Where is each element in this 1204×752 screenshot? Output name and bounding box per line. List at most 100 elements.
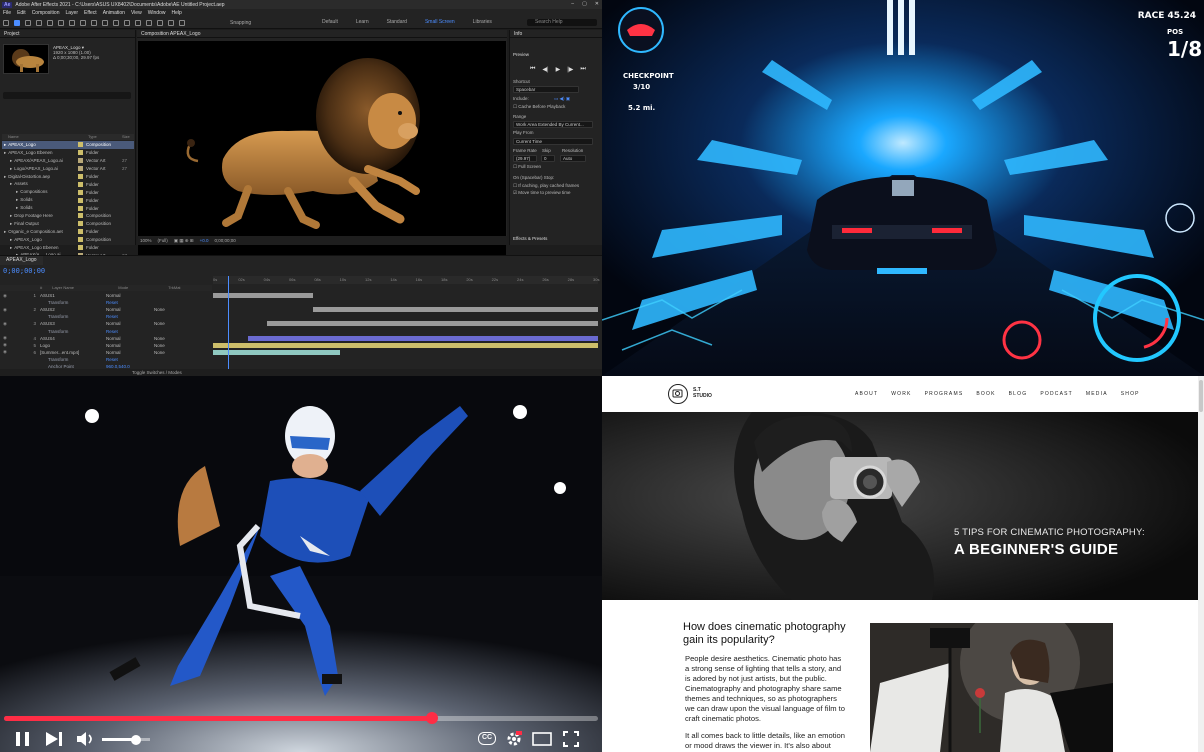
nav-link-book[interactable]: BOOK — [976, 391, 995, 397]
project-item[interactable]: ▸ Solids Folder — [2, 204, 134, 212]
miniplayer-icon[interactable] — [532, 732, 552, 746]
resolution-select[interactable]: (Full) — [158, 238, 168, 243]
col-type[interactable]: Type — [88, 134, 122, 140]
layer-mode[interactable]: Normal — [106, 307, 154, 312]
col-size[interactable]: Size — [122, 134, 130, 140]
rotate-tool-icon[interactable] — [80, 19, 86, 26]
layer-mode[interactable]: Normal — [106, 336, 154, 341]
menu-item-effect[interactable]: Effect — [84, 10, 97, 16]
project-item[interactable]: ▸ Final Output Composition — [2, 220, 134, 228]
project-item[interactable]: ▸ APEAX_Logo Composition — [2, 141, 134, 149]
resolution-select[interactable]: Auto — [560, 155, 586, 162]
nav-link-media[interactable]: MEDIA — [1086, 391, 1108, 397]
project-tab[interactable]: Project — [0, 30, 135, 38]
layer-row[interactable]: ◉ 3 ASUS3 Normal None — [0, 320, 212, 327]
workspace-small-screen[interactable]: Small Screen — [425, 19, 455, 25]
layer-mode[interactable]: Normal — [106, 321, 154, 326]
menu-item-view[interactable]: View — [131, 10, 142, 16]
workspace-standard[interactable]: Standard — [387, 19, 407, 25]
menu-item-window[interactable]: Window — [148, 10, 166, 16]
project-item[interactable]: ▸ Drop Footage Here Composition — [2, 212, 134, 220]
effects-presets-tab[interactable]: Effects & Presets — [513, 236, 547, 241]
brush-tool-icon[interactable] — [135, 19, 141, 26]
play-icon[interactable]: ▶ — [556, 66, 561, 73]
nav-link-podcast[interactable]: PODCAST — [1040, 391, 1073, 397]
cached-frames-checkbox[interactable]: ☐ If caching, play cached frames — [513, 183, 579, 189]
project-item[interactable]: ▸ Digital-Distortion.aep Folder — [2, 173, 134, 181]
time-ruler[interactable]: 0s 02s 04s 06s 08s 10s 12s 14s 16s 18s 20s 22s 24s 26… — [213, 276, 599, 284]
layer-duration-bar[interactable] — [213, 349, 341, 355]
layer-duration-bar[interactable] — [247, 335, 598, 341]
volume-knob[interactable] — [130, 734, 141, 745]
maximize-icon[interactable]: ▢ — [582, 1, 587, 7]
current-time-indicator[interactable] — [228, 276, 229, 371]
menu-item-help[interactable]: Help — [171, 10, 181, 16]
layer-row[interactable]: ◉ 6 [Summer...ent.mp4] Normal None — [0, 349, 212, 356]
mask-tool-icon[interactable] — [102, 19, 108, 26]
scrollbar-thumb[interactable] — [1199, 380, 1203, 412]
layer-trkmat[interactable]: None — [154, 321, 194, 326]
layer-row[interactable]: ◉ 5 Logo Normal None — [0, 342, 212, 349]
layer-row[interactable]: ◉ 4 ASUS4 Normal None — [0, 335, 212, 342]
nav-link-work[interactable]: WORK — [891, 391, 911, 397]
move-time-checkbox[interactable]: ☑ Move time to preview time — [513, 190, 571, 196]
project-item[interactable]: ▸ Solids Folder — [2, 196, 134, 204]
toggle-switches-modes[interactable]: Toggle Switches / Modes — [0, 369, 602, 376]
layer-duration-bar[interactable] — [266, 321, 598, 327]
layer-duration-bar[interactable] — [213, 342, 598, 348]
full-screen-checkbox[interactable]: ☐ Full Screen — [513, 164, 541, 170]
first-frame-icon[interactable]: ⏮ — [530, 66, 535, 73]
layer-property[interactable]: Transform Reset — [0, 299, 212, 306]
workspace-libraries[interactable]: Libraries — [473, 19, 492, 25]
nav-link-about[interactable]: ABOUT — [855, 391, 878, 397]
previous-frame-icon[interactable]: ◀| — [542, 66, 548, 73]
last-frame-icon[interactable]: ⏭ — [580, 66, 585, 73]
video-progress-bar[interactable] — [4, 712, 598, 724]
timeline-tab[interactable]: APEAX_Logo — [0, 256, 43, 265]
video-player[interactable]: CC — [0, 376, 602, 752]
puppet-tool-icon[interactable] — [179, 19, 185, 26]
col-name[interactable]: Name — [2, 134, 88, 140]
roto-tool-icon[interactable] — [168, 19, 174, 26]
layer-mode[interactable]: Normal — [106, 293, 154, 298]
layer-property[interactable]: Transform Reset — [0, 313, 212, 320]
selection-tool-icon[interactable] — [14, 19, 20, 26]
settings-icon[interactable] — [506, 731, 522, 747]
anchor-tool-icon[interactable] — [91, 19, 97, 26]
project-item[interactable]: ▸ APEAX_Logo Composition — [2, 236, 134, 244]
exposure-value[interactable]: +0.0 — [200, 238, 209, 243]
pause-icon[interactable] — [14, 731, 32, 747]
play-from-select[interactable]: Current Time — [513, 138, 593, 145]
snapping-toggle[interactable]: Snapping — [230, 20, 251, 26]
clone-tool-icon[interactable] — [146, 19, 152, 26]
project-search-input[interactable] — [3, 92, 131, 99]
menu-item-animation[interactable]: Animation — [103, 10, 125, 16]
range-select[interactable]: Work Area Extended By Current... — [513, 121, 593, 128]
shortcut-select[interactable]: Spacebar — [513, 86, 579, 93]
project-item[interactable]: ▸ Organic_e Composition.aet Folder — [2, 228, 134, 236]
type-tool-icon[interactable] — [124, 19, 130, 26]
layer-mode[interactable]: Normal — [106, 350, 154, 355]
viewer-timecode[interactable]: 0;00;00;00 — [214, 238, 235, 243]
layer-trkmat[interactable]: None — [154, 307, 194, 312]
fullscreen-icon[interactable] — [563, 731, 579, 747]
pen-tool-icon[interactable] — [113, 19, 119, 26]
include-video-audio-icons[interactable]: ▭ ◀) ▣ — [554, 96, 570, 102]
menu-item-file[interactable]: File — [3, 10, 11, 16]
visibility-eye-icon[interactable]: ◉ — [0, 335, 10, 341]
hand-tool-icon[interactable] — [25, 19, 31, 26]
zoom-tool-icon[interactable] — [36, 19, 42, 26]
pan-tool-icon[interactable] — [58, 19, 64, 26]
visibility-eye-icon[interactable]: ◉ — [0, 321, 10, 327]
layer-trkmat[interactable]: None — [154, 350, 194, 355]
captions-button[interactable]: CC — [478, 732, 496, 745]
minimize-icon[interactable]: – — [571, 1, 574, 7]
zoom-select[interactable]: 100% — [140, 238, 152, 243]
preview-tab[interactable]: Preview — [513, 52, 529, 57]
next-icon[interactable] — [44, 731, 64, 747]
layer-property[interactable]: Transform Reset — [0, 327, 212, 334]
layer-duration-bar[interactable] — [313, 307, 598, 313]
studio-logo[interactable] — [668, 384, 688, 404]
layer-property[interactable]: Transform Reset — [0, 356, 212, 363]
layer-row[interactable]: ◉ 1 ASUS1 Normal — [0, 292, 212, 299]
